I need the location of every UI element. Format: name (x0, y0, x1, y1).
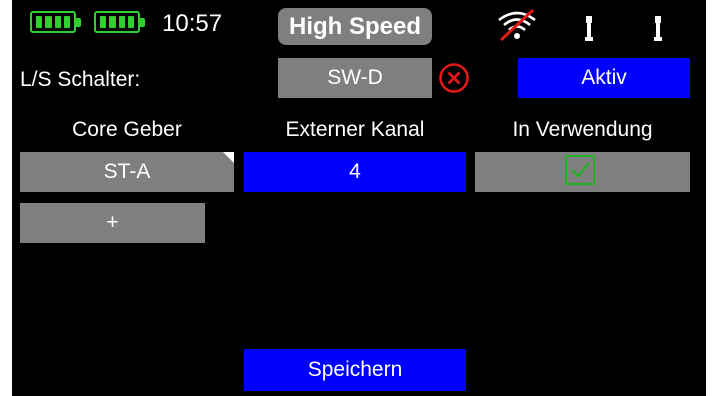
external-channel-button[interactable]: 4 (244, 152, 466, 192)
column-header-in-verwendung: In Verwendung (512, 118, 653, 141)
checkbox (565, 155, 595, 185)
active-toggle-button[interactable]: Aktiv (518, 58, 690, 98)
trim-icon (585, 16, 593, 41)
core-geber-select-button[interactable]: ST-A (20, 152, 234, 192)
save-button[interactable]: Speichern (244, 349, 466, 391)
switch-assign-button[interactable]: SW-D (278, 58, 432, 98)
add-row-button[interactable]: + (20, 203, 205, 243)
switch-label: L/S Schalter: (20, 68, 141, 91)
device-screen: 10:57 High Speed L/S Schalter: SW-D Akti… (12, 0, 706, 396)
in-use-checkbox-button[interactable] (475, 152, 690, 192)
trim-icon (654, 16, 662, 41)
flight-mode-button[interactable]: High Speed (278, 8, 432, 45)
clock-time: 10:57 (162, 10, 223, 37)
wifi-off-icon (498, 8, 536, 42)
checkmark-icon (571, 162, 590, 178)
core-geber-value: ST-A (103, 160, 151, 183)
delete-switch-icon[interactable] (438, 62, 470, 94)
corner-indicator-icon (223, 152, 234, 163)
battery-icon (30, 11, 81, 33)
column-header-core-geber: Core Geber (72, 118, 182, 141)
battery-icon (94, 11, 145, 33)
column-header-externer-kanal: Externer Kanal (285, 118, 425, 141)
